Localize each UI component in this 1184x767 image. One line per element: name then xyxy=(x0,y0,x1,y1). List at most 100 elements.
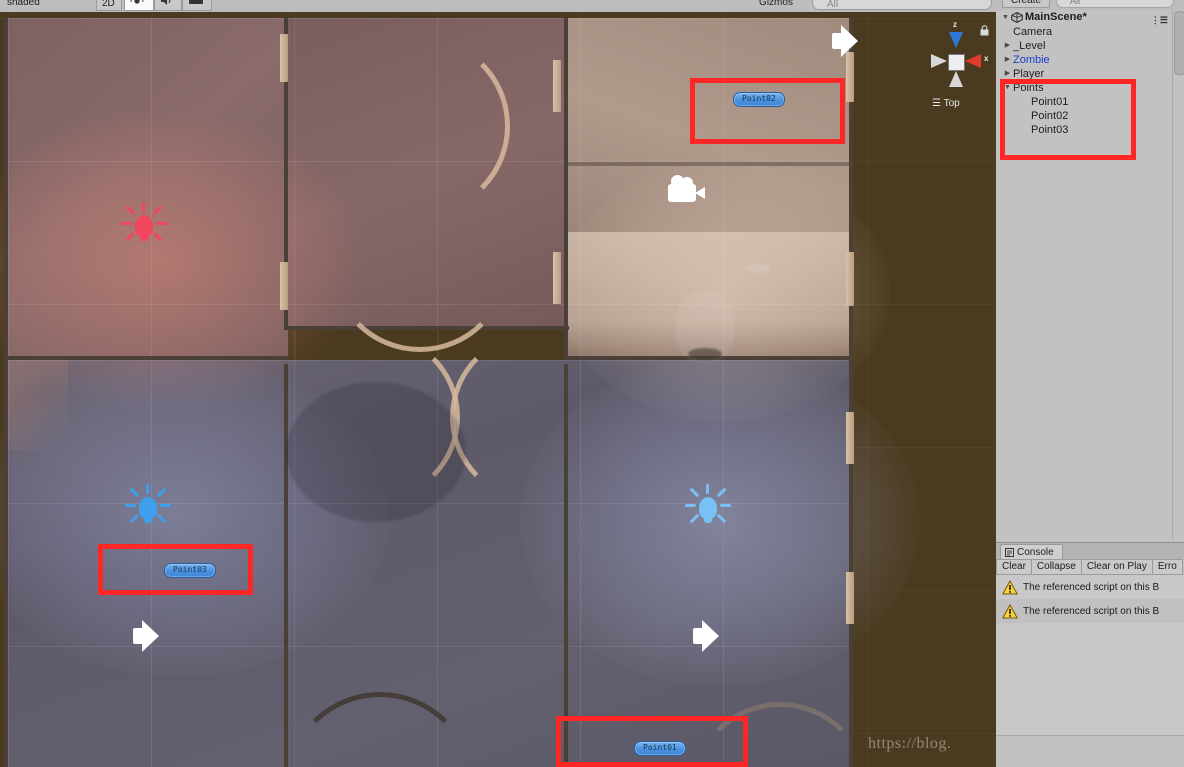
scene-audio-toggle[interactable] xyxy=(154,0,182,11)
scene-label-point03[interactable]: Point03 xyxy=(164,563,216,578)
scene-view[interactable]: Point02 Point03 Point01 z x ☰ Top https:… xyxy=(0,12,996,767)
light-gizmo-blue-right[interactable] xyxy=(682,484,734,536)
axis-x-label: x xyxy=(984,54,989,63)
tab-console[interactable]: Console xyxy=(1000,544,1063,560)
scene-effects-toggle[interactable] xyxy=(182,0,212,11)
bulb-ray-icon xyxy=(716,513,727,524)
gizmos-dropdown[interactable]: Gizmos xyxy=(748,0,804,11)
create-button[interactable]: Create xyxy=(1002,0,1051,8)
chevron-down-icon[interactable]: ▼ xyxy=(1000,10,1011,25)
console-tabbar: Console xyxy=(996,543,1184,560)
bulb-ray-icon xyxy=(160,504,171,507)
door-jamb-5 xyxy=(846,52,854,102)
hierarchy-item-point02[interactable]: Point02 xyxy=(996,109,1172,123)
chevron-right-icon[interactable]: ▶ xyxy=(1002,67,1013,81)
fx-icon xyxy=(189,0,203,4)
console-detail-pane xyxy=(996,735,1184,767)
bulb-ray-icon xyxy=(156,487,167,498)
bulb-ray-icon xyxy=(720,504,731,507)
console-collapse-toggle[interactable]: Collapse xyxy=(1031,559,1082,575)
camera-body-icon xyxy=(668,184,696,202)
door-jamb-7 xyxy=(846,412,854,464)
hierarchy-item-zombie[interactable]: ▶ Zombie xyxy=(996,53,1172,67)
hierarchy-item-point01[interactable]: Point01 xyxy=(996,95,1172,109)
scene-prop-dark-circle xyxy=(286,382,466,522)
console-panel[interactable]: Console Clear Collapse Clear on Play Erro T… xyxy=(996,542,1184,767)
orientation-text: Top xyxy=(943,98,960,109)
warning-icon xyxy=(1002,579,1018,594)
door-jamb-4 xyxy=(553,252,561,304)
console-log-text: The referenced script on this B xyxy=(1023,581,1160,593)
scene-prop-figure xyxy=(676,292,734,362)
hierarchy-item-player[interactable]: ▶ Player xyxy=(996,67,1172,81)
door-arc-4 xyxy=(450,332,620,502)
scene-search-input[interactable]: All xyxy=(812,0,992,10)
bulb-ray-icon xyxy=(125,231,136,242)
speaker-cone-icon xyxy=(142,620,159,652)
console-log-row[interactable]: The referenced script on this B xyxy=(996,599,1184,623)
camera-lens-icon xyxy=(695,187,705,199)
scene-label-point02[interactable]: Point02 xyxy=(733,92,785,107)
console-clear-on-play-toggle[interactable]: Clear on Play xyxy=(1081,559,1153,575)
console-log-text: The referenced script on this B xyxy=(1023,605,1160,617)
axis-negative-z-arrow[interactable] xyxy=(949,71,963,87)
axis-center-cube[interactable] xyxy=(948,54,965,71)
chevron-right-icon[interactable]: ▶ xyxy=(1002,53,1013,67)
bulb-ray-icon xyxy=(152,205,163,216)
console-error-pause-toggle[interactable]: Erro xyxy=(1152,559,1183,575)
wall-horizontal-4 xyxy=(568,162,853,166)
hierarchy-scrollbar[interactable] xyxy=(1172,10,1184,540)
draw-mode-dropdown[interactable]: shaded xyxy=(2,0,64,11)
hierarchy-item-points[interactable]: ▼ Points xyxy=(996,81,1172,95)
hierarchy-item-camera[interactable]: Camera xyxy=(996,25,1172,39)
hierarchy-scrollbar-thumb[interactable] xyxy=(1174,11,1184,75)
bulb-ray-icon xyxy=(689,513,700,524)
axis-negative-x-arrow[interactable] xyxy=(931,54,947,68)
light-gizmo-blue-left[interactable] xyxy=(122,484,174,536)
console-toolbar: Clear Collapse Clear on Play Erro xyxy=(996,559,1184,576)
camera-gizmo[interactable] xyxy=(668,174,712,204)
wall-horizontal-1 xyxy=(8,356,289,360)
bulb-neck-icon xyxy=(704,514,712,523)
scene-axis-gizmo[interactable]: z x ☰ Top xyxy=(920,16,992,116)
bulb-ray-icon xyxy=(142,202,145,212)
hierarchy-item-label: Point01 xyxy=(1031,96,1069,108)
hierarchy-item-label: Point02 xyxy=(1031,110,1069,122)
console-log-row[interactable]: The referenced script on this B xyxy=(996,575,1184,599)
console-clear-button[interactable]: Clear xyxy=(996,559,1032,575)
axis-x-arrow[interactable] xyxy=(965,54,981,68)
unity-editor-window: shaded 2D Gizmos All Point02 Point03 Poi… xyxy=(0,0,1184,767)
lighting-icon xyxy=(130,0,144,4)
console-log-list[interactable]: The referenced script on this B The refer… xyxy=(996,575,1184,735)
chevron-down-icon[interactable]: ▼ xyxy=(1002,81,1013,95)
scene-view-orientation-label[interactable]: ☰ Top xyxy=(932,98,960,109)
hierarchy-search-input[interactable]: All xyxy=(1056,0,1174,8)
audio-icon xyxy=(161,0,171,5)
bulb-neck-icon xyxy=(140,232,148,241)
bulb-ray-icon xyxy=(121,222,132,225)
scene-label-point01[interactable]: Point01 xyxy=(634,741,686,756)
bulb-ray-icon xyxy=(129,513,140,524)
hierarchy-item-level[interactable]: ▶ _Level xyxy=(996,39,1172,53)
door-jamb-6 xyxy=(846,252,854,306)
chevron-right-icon[interactable]: ▶ xyxy=(1002,39,1013,53)
hierarchy-item-label: Point03 xyxy=(1031,124,1069,136)
scene-prop-small xyxy=(745,264,771,273)
hamburger-icon: ☰ xyxy=(932,98,941,109)
scene-name-label: MainScene* xyxy=(1025,11,1087,23)
bulb-ray-icon xyxy=(156,222,167,225)
warning-icon xyxy=(1002,603,1018,618)
scene-lighting-toggle[interactable] xyxy=(124,0,154,11)
console-icon xyxy=(1005,548,1014,557)
hierarchy-item-point03[interactable]: Point03 xyxy=(996,123,1172,137)
lock-icon[interactable] xyxy=(980,25,989,36)
bulb-ray-icon xyxy=(689,487,700,498)
door-jamb-8 xyxy=(846,572,854,624)
light-gizmo-red[interactable] xyxy=(118,202,170,254)
2d-toggle[interactable]: 2D xyxy=(96,0,122,11)
axis-z-arrow[interactable] xyxy=(949,32,963,48)
speaker-cone-icon xyxy=(702,620,719,652)
hierarchy-scene-row[interactable]: ▼ MainScene* ⋮☰ xyxy=(996,10,1172,25)
hierarchy-panel[interactable]: ▼ MainScene* ⋮☰ Camera ▶ _Level ▶ Zombie ▶ Pla… xyxy=(996,10,1173,540)
search-placeholder-text: All xyxy=(827,0,839,10)
